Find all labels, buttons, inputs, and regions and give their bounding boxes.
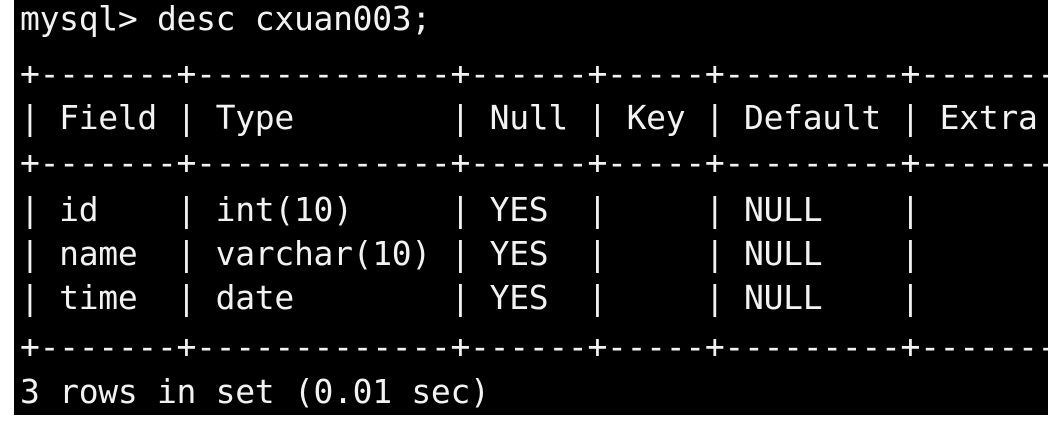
table-border-header: +-------+-------------+------+-----+----… xyxy=(20,143,1048,182)
table-border-bottom: +-------+-------------+------+-----+----… xyxy=(20,327,1048,366)
table-row: | time | date | YES | | NULL | | xyxy=(20,278,1048,317)
table-header-row: | Field | Type | Null | Key | Default | … xyxy=(20,98,1048,137)
command-prompt-line: mysql> desc cxuan003; xyxy=(20,0,431,38)
terminal-window[interactable]: mysql> desc cxuan003; +-------+---------… xyxy=(14,0,1048,415)
table-row: | name | varchar(10) | YES | | NULL | | xyxy=(20,234,1048,273)
table-border-top: +-------+-------------+------+-----+----… xyxy=(20,54,1048,93)
query-result-summary: 3 rows in set (0.01 sec) xyxy=(20,372,490,411)
table-row: | id | int(10) | YES | | NULL | | xyxy=(20,190,1048,229)
